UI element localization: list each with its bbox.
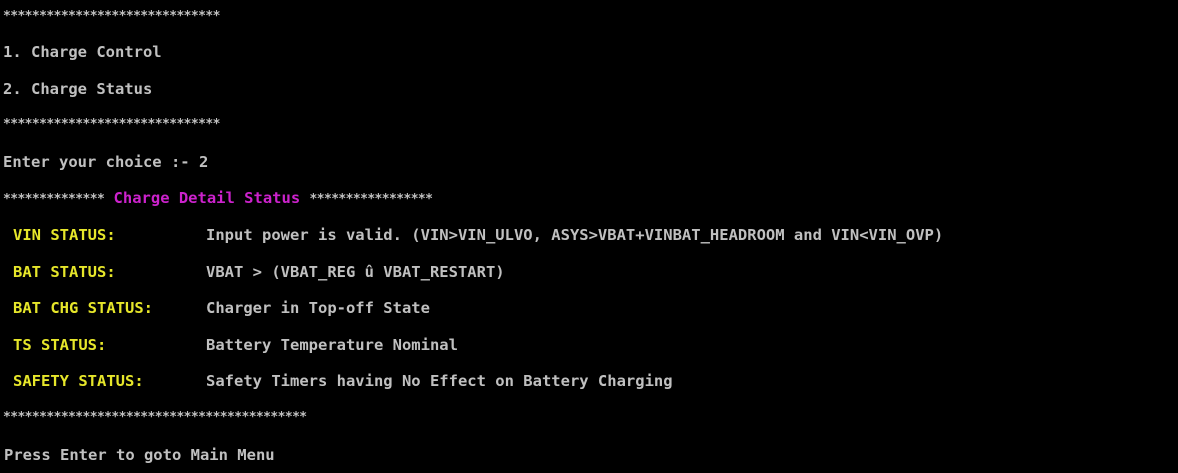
choice-prompt: Enter your choice :- 2 [3, 152, 209, 171]
status-label: TS STATUS: [13, 335, 107, 354]
status-value: Input power is valid. (VIN>VIN_ULVO, ASY… [206, 225, 944, 244]
status-label: VIN STATUS: [13, 225, 116, 244]
status-row-bat: BAT STATUS: VBAT > (VBAT_REG û VBAT_RESTA… [3, 254, 1178, 291]
separator-top: ****************************** [3, 9, 220, 24]
status-row-ts: TS STATUS: Battery Temperature Nominal [3, 327, 1178, 364]
header-left-stars: ************** [3, 192, 105, 208]
detail-header-title: Charge Detail Status [113, 189, 301, 208]
status-value: Battery Temperature Nominal [206, 335, 458, 354]
status-label: SAFETY STATUS: [13, 372, 144, 391]
terminal-window[interactable]: ****************************** 1. Charge… [0, 0, 1178, 464]
status-value: Safety Timers having No Effect on Batter… [206, 372, 673, 391]
footer-prompt-text: Press Enter to goto Main Menu [4, 445, 275, 464]
separator-bottom: ****************************************… [3, 409, 307, 425]
status-value: Charger in Top-off State [206, 299, 430, 318]
menu-item-charge-status: 2. Charge Status [3, 79, 153, 98]
header-right-stars: ***************** [309, 192, 433, 208]
menu-item-charge-control: 1. Charge Control [3, 43, 162, 61]
footer-prompt: Press Enter to goto Main Menu [3, 437, 1178, 473]
status-value: VBAT > (VBAT_REG û VBAT_RESTART) [206, 262, 505, 281]
status-label: BAT CHG STATUS: [13, 299, 153, 318]
separator-mid: ****************************** [3, 117, 220, 133]
status-row-vin: VIN STATUS: Input power is valid. (VIN>VI… [3, 217, 1178, 254]
status-row-safety: SAFETY STATUS: Safety Timers having No Ef… [3, 363, 1178, 400]
status-row-bat-chg: BAT CHG STATUS: Charger in Top-off State [3, 290, 1178, 327]
status-label: BAT STATUS: [13, 262, 116, 281]
detail-header: ************** Charge Detail Status ****… [3, 180, 1178, 217]
